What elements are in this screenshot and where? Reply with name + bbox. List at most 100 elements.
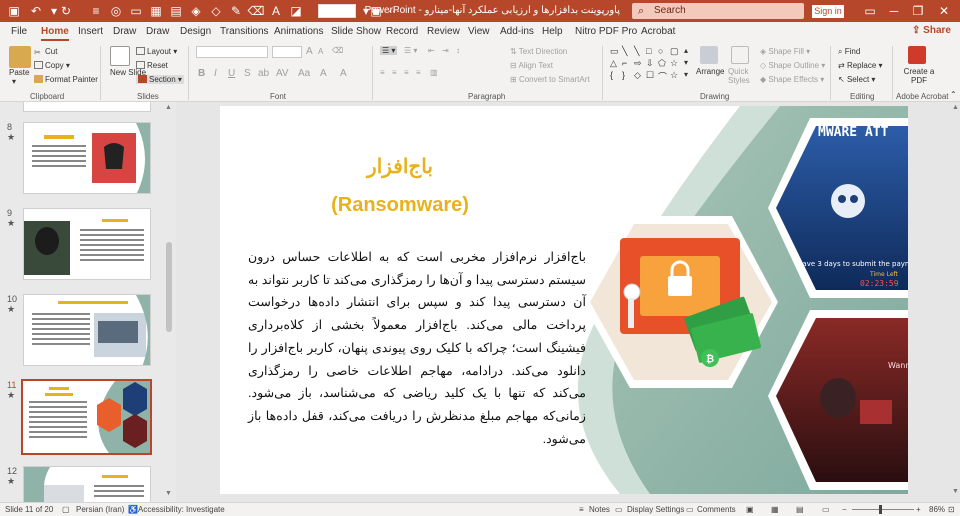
- tab-review[interactable]: Review: [427, 26, 460, 37]
- close-icon[interactable]: ✕: [934, 2, 954, 20]
- collapse-ribbon-icon[interactable]: ⌃: [950, 90, 957, 99]
- notes-button[interactable]: Notes: [589, 505, 610, 514]
- gallery-up-icon[interactable]: ▴: [684, 46, 688, 55]
- underline-button[interactable]: U: [228, 68, 235, 79]
- slide-thumbnail-7[interactable]: [23, 102, 151, 112]
- text-direction-button[interactable]: ⇅ Text Direction: [510, 47, 567, 56]
- shape-outline-button[interactable]: ◇ Shape Outline ▾: [760, 61, 825, 70]
- arrange-icon[interactable]: [700, 46, 718, 64]
- font-family-select[interactable]: [196, 46, 268, 58]
- tab-file[interactable]: File: [11, 26, 27, 37]
- paste-dropdown-icon[interactable]: ▾: [12, 77, 16, 86]
- pen-icon[interactable]: ✎: [228, 3, 244, 19]
- bullets-icon[interactable]: ☰ ▾: [380, 46, 398, 55]
- slide-subtitle[interactable]: (Ransomware): [310, 194, 490, 217]
- arrow-down-shape-icon[interactable]: ⇩: [646, 58, 654, 69]
- highlight-icon[interactable]: ◪: [288, 3, 304, 19]
- slideshow-view-icon[interactable]: ▭: [822, 505, 830, 514]
- zoom-slider-thumb[interactable]: [879, 505, 882, 514]
- align-left-icon[interactable]: ≡: [380, 68, 385, 77]
- change-case-button[interactable]: Aa: [298, 68, 310, 79]
- tab-view[interactable]: View: [468, 26, 490, 37]
- fit-to-window-icon[interactable]: ⊡: [948, 505, 955, 514]
- search-input[interactable]: ⌕ Search: [632, 3, 804, 19]
- gallery-down-icon[interactable]: ▾: [684, 58, 688, 67]
- zoom-slider[interactable]: [852, 509, 914, 510]
- numbering-icon[interactable]: ☰ ▾: [404, 46, 417, 55]
- decrease-indent-icon[interactable]: ⇤: [428, 46, 435, 55]
- flowchart-shape-icon[interactable]: ◇: [634, 70, 641, 81]
- scroll-up-icon[interactable]: ▲: [952, 104, 959, 111]
- freeform-shape-icon[interactable]: ☆: [670, 70, 678, 81]
- tab-help[interactable]: Help: [542, 26, 563, 37]
- notes-icon[interactable]: ≡: [579, 505, 584, 514]
- slide-thumbnail-12[interactable]: [23, 466, 151, 502]
- create-pdf-icon[interactable]: [908, 46, 926, 64]
- quick-styles-button[interactable]: Quick Styles: [728, 67, 754, 85]
- new-slide-icon[interactable]: [110, 46, 130, 66]
- slide-canvas[interactable]: MWARE ATT have 3 days to submit the paym…: [220, 106, 908, 494]
- slide-sorter-icon[interactable]: ▦: [771, 505, 779, 514]
- slide-body-text[interactable]: باج‌افزار نرم‌افزار مخربی است که به اطلا…: [248, 246, 586, 450]
- slide-thumbnail-9[interactable]: [23, 208, 151, 280]
- table-icon[interactable]: ▤: [168, 3, 184, 19]
- slide-panel-scrollbar[interactable]: ▲ ▼: [164, 102, 174, 502]
- scroll-up-icon[interactable]: ▲: [165, 104, 172, 111]
- rect-shape-icon[interactable]: □: [646, 46, 651, 56]
- curve-shape-icon[interactable]: ⌒: [658, 70, 667, 83]
- share-button[interactable]: ⇪ Share: [912, 25, 951, 36]
- star-shape-icon[interactable]: ☆: [670, 58, 678, 69]
- section-button[interactable]: Section ▾: [136, 75, 184, 84]
- reading-view-icon[interactable]: ▤: [796, 505, 804, 514]
- zoom-out-icon[interactable]: −: [842, 505, 847, 514]
- connector-shape-icon[interactable]: ⌐: [622, 58, 627, 68]
- tab-animations[interactable]: Animations: [274, 26, 323, 37]
- zoom-in-icon[interactable]: +: [916, 505, 921, 514]
- brace-right-shape-icon[interactable]: }: [622, 70, 625, 80]
- align-right-icon[interactable]: ≡: [404, 68, 409, 77]
- line-spacing-icon[interactable]: ↕: [456, 46, 460, 55]
- paste-icon[interactable]: [9, 46, 31, 68]
- eraser-icon[interactable]: ⌫: [248, 3, 265, 19]
- undo-icon[interactable]: ↶: [28, 3, 44, 19]
- italic-button[interactable]: I: [214, 68, 217, 79]
- arrange-button[interactable]: Arrange: [696, 67, 724, 76]
- tab-draw-2[interactable]: Draw: [146, 26, 169, 37]
- increase-indent-icon[interactable]: ⇥: [442, 46, 449, 55]
- textbox-shape-icon[interactable]: ▭: [610, 46, 619, 57]
- select-button[interactable]: ↖ Select ▾: [838, 75, 875, 84]
- create-pdf-button[interactable]: Create a PDF: [902, 67, 936, 85]
- shapes-icon[interactable]: ◇: [208, 3, 224, 19]
- decrease-font-icon[interactable]: A: [318, 47, 323, 56]
- paste-button[interactable]: Paste: [9, 68, 29, 77]
- font-color-button[interactable]: A: [340, 68, 347, 79]
- shape-fill-button[interactable]: ◈ Shape Fill ▾: [760, 47, 810, 56]
- accessibility-icon[interactable]: ♿: [128, 505, 138, 514]
- shapes-gallery[interactable]: ▭ ╲ ╲ □ ○ ▢ △ ⌐ ⇨ ⇩ ⬠ ☆ { } ◇ ☐ ⌒ ☆: [610, 46, 692, 82]
- tab-slide-show[interactable]: Slide Show: [331, 26, 381, 37]
- presenter-icon[interactable]: ◎: [108, 3, 124, 19]
- convert-smartart-button[interactable]: ⊞ Convert to SmartArt: [510, 75, 590, 84]
- display-settings-icon[interactable]: ▭: [615, 505, 623, 514]
- grid-icon[interactable]: ▦: [148, 3, 164, 19]
- line-shape-icon[interactable]: ╲: [622, 46, 627, 57]
- pentagon-shape-icon[interactable]: ⬠: [658, 58, 666, 69]
- scroll-down-icon[interactable]: ▼: [165, 490, 172, 497]
- restore-icon[interactable]: ❐: [908, 2, 928, 20]
- find-button[interactable]: ⌕ Find: [838, 47, 860, 57]
- highlight-color-button[interactable]: A: [320, 68, 327, 79]
- align-icon[interactable]: ≡: [88, 3, 104, 19]
- tab-draw[interactable]: Draw: [113, 26, 136, 37]
- editor-vertical-scrollbar[interactable]: ▲ ▼: [950, 102, 960, 502]
- format-painter-button[interactable]: Format Painter: [34, 75, 98, 84]
- line2-shape-icon[interactable]: ╲: [634, 46, 639, 57]
- shadow-button[interactable]: ab: [258, 68, 269, 79]
- slide-thumbnail-8[interactable]: [23, 122, 151, 194]
- tab-record[interactable]: Record: [386, 26, 418, 37]
- columns-icon[interactable]: ▥: [430, 68, 438, 77]
- rounded-rect-shape-icon[interactable]: ▢: [670, 46, 679, 57]
- save-icon[interactable]: ▣: [6, 3, 22, 19]
- tab-nitro-pdf-pro[interactable]: Nitro PDF Pro: [575, 26, 637, 37]
- slideshow-icon[interactable]: ▭: [128, 3, 144, 19]
- comments-button[interactable]: Comments: [697, 505, 736, 514]
